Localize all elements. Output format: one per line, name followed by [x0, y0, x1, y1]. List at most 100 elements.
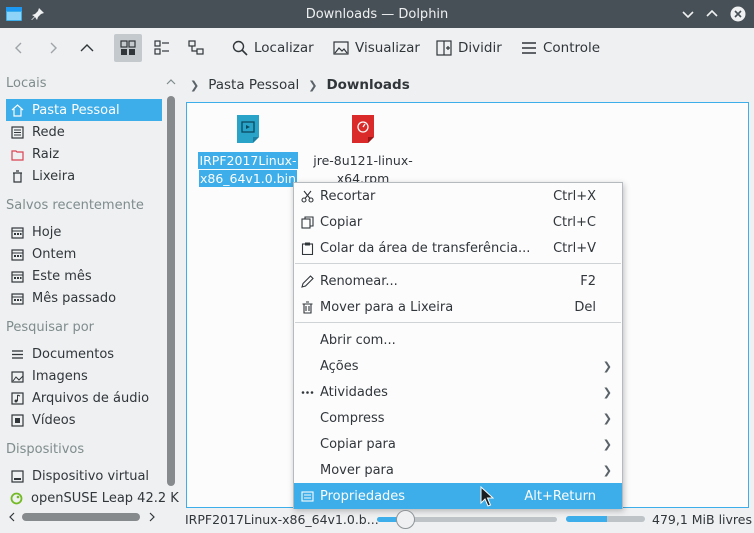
devices-header: Dispositivos [6, 442, 85, 457]
calendar-icon [10, 247, 24, 261]
menu-label: Renomear... [320, 273, 398, 289]
menu-item-copy[interactable]: Copiar Ctrl+C [294, 209, 622, 235]
menu-item-paste[interactable]: Colar da área de transferência... Ctrl+V [294, 235, 622, 261]
breadcrumb-separator-icon: ❯ [308, 78, 318, 92]
sidebar-item-today[interactable]: Hoje [6, 221, 162, 243]
sidebar-item-documents[interactable]: Documentos [6, 343, 162, 365]
pencil-icon [300, 274, 314, 288]
trash-icon [10, 169, 24, 183]
details-view-button[interactable] [182, 34, 210, 62]
back-arrow-icon [15, 42, 22, 54]
menu-shortcut: F2 [580, 273, 596, 289]
image-preview-icon [333, 41, 349, 55]
breadcrumb-home[interactable]: Pasta Pessoal [208, 77, 299, 93]
sidebar-item-videos[interactable]: Vídeos [6, 409, 162, 431]
sidebar-item-root[interactable]: Raiz [6, 143, 162, 165]
preview-button[interactable]: Visualizar [333, 34, 420, 62]
sidebar-item-audio[interactable]: Arquivos de áudio [6, 387, 162, 409]
calendar-icon [10, 225, 24, 239]
file-item-rpm[interactable]: jre-8u121-linux- x64.rpm [313, 115, 413, 188]
sidebar-item-label: Rede [32, 124, 65, 140]
submenu-arrow-icon: ❯ [602, 385, 612, 399]
sidebar-item-yesterday[interactable]: Ontem [6, 243, 162, 265]
mouse-cursor-icon [480, 486, 494, 507]
menu-item-cut[interactable]: Recortar Ctrl+X [294, 183, 622, 209]
up-button[interactable] [73, 34, 101, 62]
menu-label: Mover para [320, 462, 394, 478]
copy-icon [300, 215, 314, 229]
close-button[interactable] [730, 6, 746, 22]
menu-item-rename[interactable]: Renomear... F2 [294, 268, 622, 294]
sidebar-item-label: Dispositivo virtual [32, 468, 150, 484]
find-button[interactable]: Localizar [232, 34, 314, 62]
sidebar-item-this-month[interactable]: Este mês [6, 265, 162, 287]
sidebar-item-label: Mês passado [32, 290, 117, 306]
menu-label: Colar da área de transferência... [320, 240, 531, 256]
drive-icon [10, 469, 24, 483]
dolphin-app-icon[interactable] [6, 7, 22, 21]
split-button[interactable]: Dividir [436, 34, 502, 62]
network-icon [10, 125, 24, 139]
menu-item-move-to[interactable]: Mover para ❯ [294, 457, 622, 483]
scroll-up-icon[interactable] [166, 78, 176, 86]
menu-label: Atividades [320, 384, 388, 400]
submenu-arrow-icon: ❯ [602, 437, 612, 451]
sidebar-item-label: Arquivos de áudio [32, 390, 150, 406]
sidebar-item-network[interactable]: Rede [6, 121, 162, 143]
home-icon [10, 103, 24, 117]
window-title: Downloads — Dolphin [305, 6, 449, 22]
control-label: Controle [543, 40, 601, 56]
places-header: Locais [6, 76, 47, 91]
menu-label: Copiar [320, 214, 363, 230]
back-button[interactable] [5, 34, 33, 62]
control-menu-button[interactable]: Controle [521, 34, 600, 62]
sidebar-item-trash[interactable]: Lixeira [6, 165, 162, 187]
menu-item-activities[interactable]: Atividades ❯ [294, 379, 622, 405]
calendar-icon [10, 291, 24, 305]
breadcrumb-current[interactable]: Downloads [326, 77, 409, 93]
menu-label: Ações [320, 358, 359, 374]
disk-space-fill [566, 516, 608, 522]
pin-icon[interactable] [31, 7, 45, 21]
menu-item-properties[interactable]: Propriedades Alt+Return [294, 483, 622, 509]
menu-shortcut: Ctrl+X [553, 188, 596, 204]
menu-item-actions[interactable]: Ações ❯ [294, 353, 622, 379]
icons-view-button[interactable] [114, 34, 142, 62]
clipboard-icon [300, 241, 314, 255]
submenu-arrow-icon: ❯ [602, 359, 612, 373]
document-list-icon [10, 347, 24, 361]
menu-shortcut: Ctrl+C [552, 214, 596, 230]
submenu-arrow-icon: ❯ [602, 411, 612, 425]
submenu-arrow-icon: ❯ [602, 463, 612, 477]
menu-item-compress[interactable]: Compress ❯ [294, 405, 622, 431]
menu-separator [295, 263, 621, 264]
sidebar-item-last-month[interactable]: Mês passado [6, 287, 162, 309]
minimize-button[interactable] [680, 6, 696, 22]
sidebar-item-label: Raiz [32, 146, 60, 162]
search-icon [232, 40, 248, 56]
menu-item-move-to-trash[interactable]: Mover para a Lixeira Del [294, 294, 622, 320]
menu-item-open-with[interactable]: Abrir com... [294, 327, 622, 353]
audio-file-icon [10, 391, 24, 405]
recent-header: Salvos recentemente [6, 198, 144, 213]
compact-view-button[interactable] [148, 34, 176, 62]
menu-label: Propriedades [320, 488, 406, 504]
hamburger-menu-icon [522, 42, 536, 54]
menu-item-copy-to[interactable]: Copiar para ❯ [294, 431, 622, 457]
forward-button[interactable] [39, 34, 67, 62]
sidebar-item-opensuse[interactable]: openSUSE Leap 42.2 K [6, 487, 181, 509]
sidebar-item-label: Pasta Pessoal [32, 102, 120, 118]
trash-icon [300, 300, 314, 314]
title-bar: Downloads — Dolphin [0, 0, 754, 28]
sidebar-item-virtual-device[interactable]: Dispositivo virtual [6, 465, 162, 487]
sidebar-item-home[interactable]: Pasta Pessoal [6, 99, 162, 121]
sidebar-item-label: Lixeira [32, 168, 76, 184]
maximize-button[interactable] [704, 6, 720, 22]
menu-shortcut: Ctrl+V [553, 240, 596, 256]
find-label: Localizar [254, 40, 314, 56]
sidebar-scrollbar[interactable] [167, 96, 175, 486]
sidebar-item-images[interactable]: Imagens [6, 365, 162, 387]
menu-label: Compress [320, 410, 385, 426]
context-menu: Recortar Ctrl+X Copiar Ctrl+C Colar da á… [293, 182, 623, 509]
file-item-bin[interactable]: IRPF2017Linux- x86_64v1.0.bin [198, 115, 298, 188]
